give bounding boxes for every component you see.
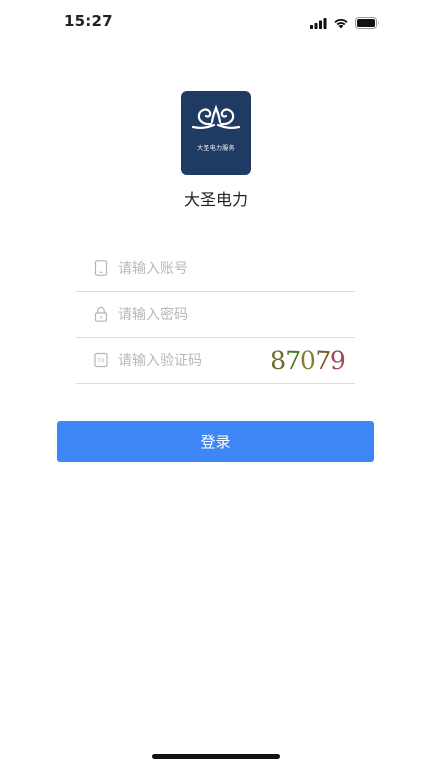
lock-icon — [94, 306, 108, 322]
logo-caption: 大圣电力服务 — [197, 145, 235, 152]
captcha-char: 0 — [299, 345, 316, 375]
status-time: 15:27 — [64, 12, 113, 30]
svg-text:TX: TX — [96, 359, 104, 365]
account-input[interactable] — [118, 246, 278, 291]
captcha-image[interactable]: 87079 — [270, 344, 346, 376]
captcha-icon: TX — [94, 352, 108, 368]
password-row — [76, 292, 355, 338]
status-icons — [310, 14, 380, 33]
battery-icon — [355, 14, 380, 33]
captcha-char: 7 — [314, 345, 331, 375]
app-logo: 大圣电力服务 — [181, 91, 251, 175]
captcha-row: TX 87079 — [76, 338, 355, 384]
account-row — [76, 246, 355, 292]
phone-icon — [94, 260, 108, 276]
wifi-icon — [333, 14, 349, 33]
status-bar: 15:27 — [0, 0, 432, 44]
password-input[interactable] — [118, 292, 278, 337]
app-name: 大圣电力 — [183, 190, 248, 209]
login-button[interactable]: 登录 — [57, 421, 374, 462]
cellular-signal-icon — [310, 14, 327, 33]
captcha-char: 9 — [329, 345, 346, 375]
captcha-char: 7 — [284, 345, 301, 375]
cloud-emblem-icon — [191, 104, 241, 129]
home-indicator — [152, 754, 280, 759]
captcha-input[interactable] — [118, 338, 278, 383]
